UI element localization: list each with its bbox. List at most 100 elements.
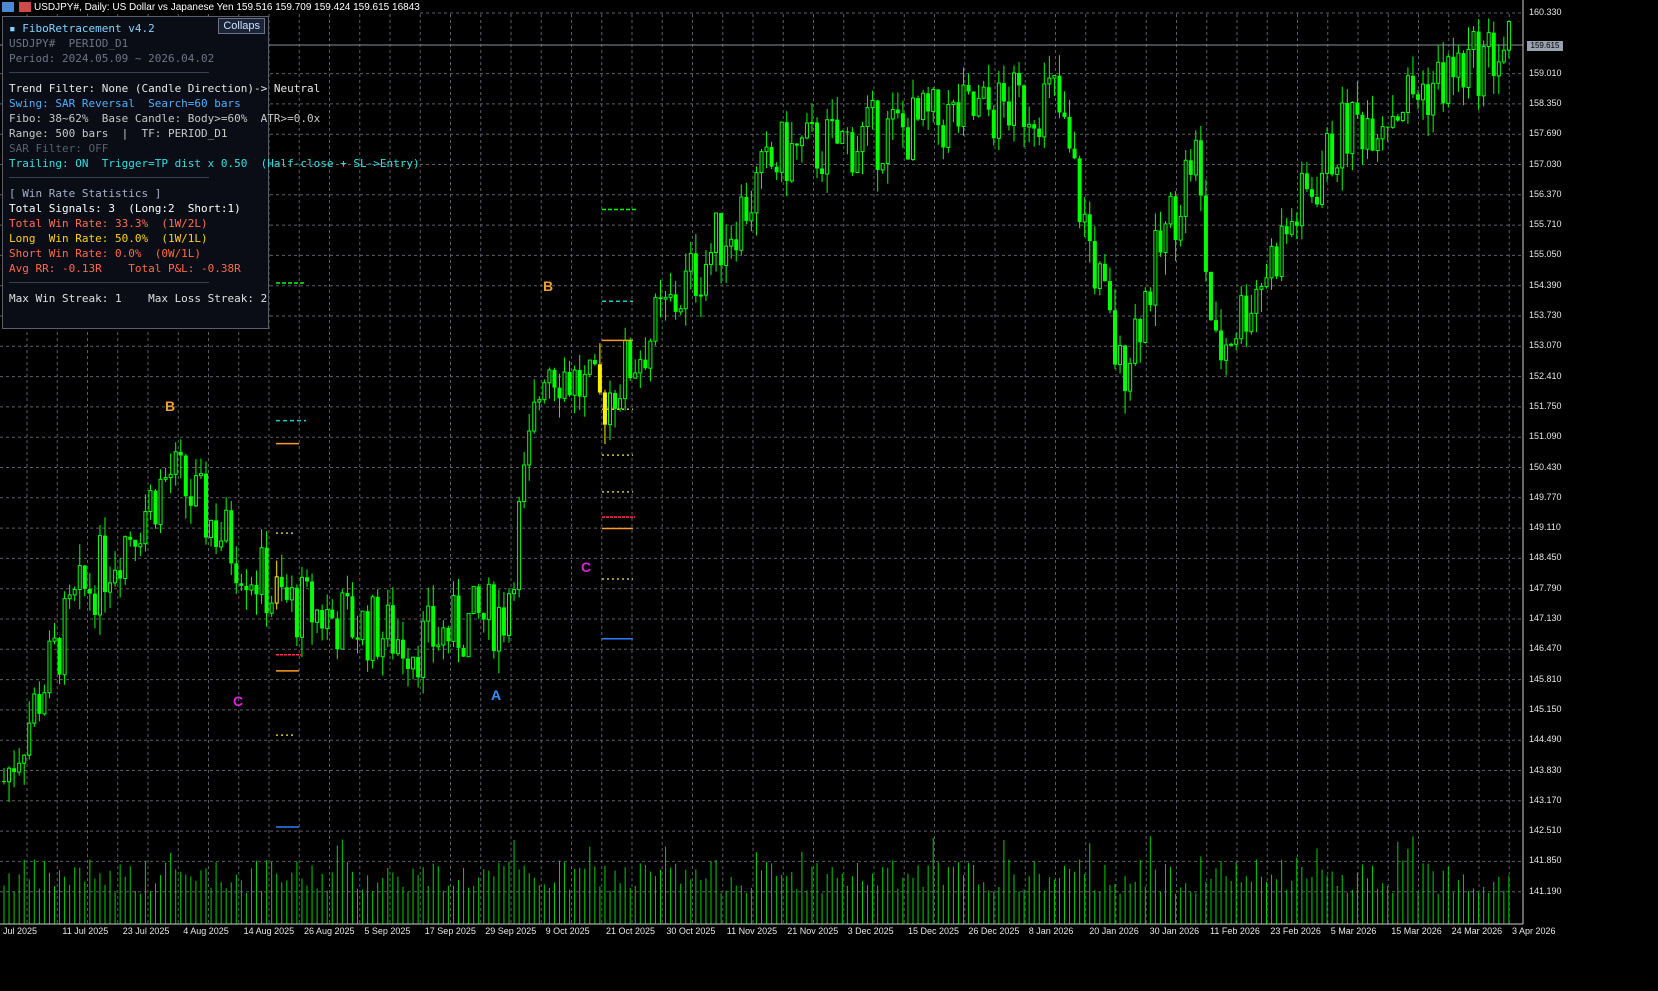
date-label: 30 Jan 2026	[1149, 926, 1200, 936]
collapse-button[interactable]: Collaps	[218, 18, 265, 34]
candle-body	[350, 596, 355, 638]
candle-body	[850, 132, 855, 173]
candle-body	[587, 359, 592, 375]
candle-body	[729, 238, 734, 247]
candle-body	[577, 369, 582, 397]
candle-body	[249, 584, 254, 591]
candle-body	[698, 294, 703, 297]
candle-body	[279, 576, 284, 588]
candle-body	[315, 609, 320, 623]
date-label: 9 Oct 2025	[545, 926, 590, 936]
candle-body	[375, 596, 380, 657]
candle-body	[97, 535, 102, 616]
candle-body	[683, 270, 688, 310]
chart-window-icon[interactable]	[2, 2, 14, 12]
wave-marker-a: A	[491, 687, 502, 703]
price-label: 152.410	[1529, 370, 1562, 381]
price-label: 151.090	[1529, 431, 1562, 442]
candle-body	[810, 121, 814, 124]
candle-body	[1082, 213, 1087, 223]
candle-body	[769, 147, 774, 167]
candle-body	[860, 125, 865, 153]
candle-body	[1380, 126, 1385, 140]
price-label: 146.470	[1529, 643, 1562, 654]
candle-body	[668, 293, 673, 298]
candle-body	[926, 93, 931, 112]
candle-body	[214, 520, 219, 547]
candle-body	[931, 88, 936, 112]
candle-body	[663, 296, 668, 300]
candle-body	[830, 119, 835, 122]
candle-body	[582, 373, 587, 398]
candle-body	[1229, 343, 1234, 346]
symbol-line: USDJPY# PERIOD_D1	[9, 37, 129, 50]
candle-body	[1183, 159, 1188, 217]
date-label: 8 Jan 2026	[1028, 926, 1074, 936]
candle-body	[441, 627, 446, 646]
candle-body	[1022, 85, 1027, 128]
candle-body	[673, 294, 678, 312]
wave-marker-b: B	[543, 278, 554, 294]
candle-body	[1385, 126, 1390, 128]
streaks-line: Max Win Streak: 1 Max Loss Streak: 2	[9, 292, 268, 305]
candle-body	[1148, 291, 1153, 306]
candle-body	[294, 587, 299, 638]
candle-body	[825, 119, 830, 175]
candle-body	[486, 583, 491, 621]
candle-body	[840, 131, 845, 145]
candle-body	[734, 239, 739, 251]
wave-marker-b: B	[165, 398, 176, 414]
candle-body	[547, 369, 552, 384]
candle-body	[143, 511, 148, 545]
date-label: Jul 2025	[3, 926, 38, 936]
candle-body	[310, 581, 315, 623]
price-label: 149.770	[1529, 491, 1562, 502]
price-label: 143.830	[1529, 764, 1562, 775]
candle-body	[774, 166, 779, 173]
candle-body	[82, 565, 87, 589]
candle-body	[1466, 49, 1471, 88]
candle-body	[592, 360, 597, 365]
candle-body	[966, 84, 971, 92]
candle-body	[951, 101, 956, 105]
candle-body	[1320, 172, 1325, 205]
candle-body	[1506, 20, 1511, 51]
candle-body	[916, 97, 921, 120]
candle-body	[1133, 318, 1138, 364]
date-label: 5 Mar 2026	[1330, 926, 1377, 936]
candle-body	[905, 127, 910, 160]
candle-body	[1431, 82, 1436, 116]
volume-bars	[3, 836, 1510, 924]
long-win-rate-line: Long Win Rate: 50.0% (1W/1L)	[9, 232, 208, 245]
candle-body	[476, 586, 481, 613]
candle-body	[254, 584, 259, 595]
candle-body	[360, 610, 365, 641]
price-label: 143.170	[1529, 794, 1562, 805]
chart-props-icon[interactable]	[19, 2, 31, 12]
candle-body	[209, 519, 214, 539]
price-label: 149.110	[1529, 522, 1561, 533]
date-label: 29 Sep 2025	[485, 926, 537, 936]
candle-body	[1274, 246, 1279, 277]
candle-body	[880, 162, 885, 171]
candle-body	[400, 639, 405, 659]
candle-body	[597, 364, 602, 393]
candle-body	[618, 398, 623, 410]
date-label: 21 Oct 2025	[606, 926, 656, 936]
candle-body	[1017, 72, 1022, 86]
candle-body	[355, 637, 360, 640]
candle-body	[1461, 53, 1466, 88]
candle-body	[163, 477, 168, 480]
candle-body	[411, 656, 416, 670]
candle-body	[501, 607, 506, 636]
candle-body	[57, 637, 62, 675]
candle-body	[1198, 140, 1203, 196]
candle-body	[289, 587, 294, 601]
date-label: 11 Jul 2025	[62, 926, 109, 936]
candle-body	[325, 609, 330, 629]
candle-body	[17, 762, 22, 773]
price-label: 159.010	[1529, 67, 1562, 78]
range-line: Range: 500 bars | TF: PERIOD_D1	[9, 127, 228, 140]
date-label: 20 Jan 2026	[1089, 926, 1139, 936]
candle-body	[855, 151, 860, 173]
